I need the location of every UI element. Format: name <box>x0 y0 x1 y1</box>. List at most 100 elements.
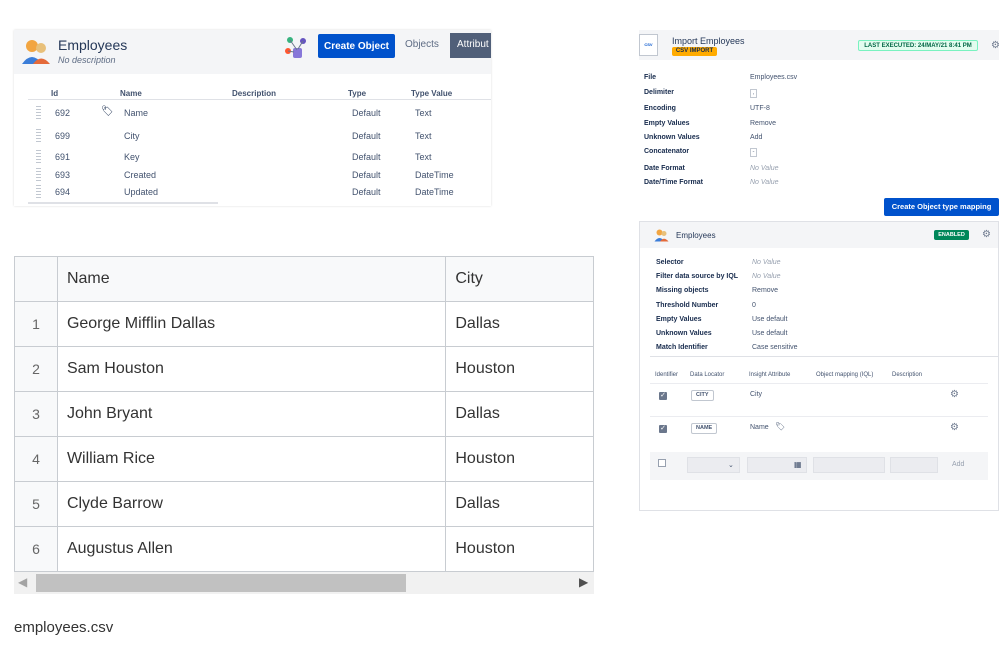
header-divider <box>28 99 491 100</box>
field-label: Delimiter <box>644 89 674 96</box>
attribute-type-value: DateTime <box>415 170 454 180</box>
column-header-description[interactable]: Description <box>232 89 276 98</box>
employees-avatar-icon <box>654 229 669 242</box>
cell-city: Houston <box>445 436 594 482</box>
csv-table: Name City 1 George Mifflin Dallas Dallas… <box>14 256 594 572</box>
field-value: No Value <box>750 165 779 172</box>
cell-name: William Rice <box>56 436 447 482</box>
drag-handle-icon[interactable] <box>36 150 41 164</box>
column-header-city: City <box>445 256 594 302</box>
object-mapping-input[interactable] <box>813 457 885 473</box>
row-number: 4 <box>14 436 58 482</box>
create-object-button[interactable]: Create Object <box>318 34 395 58</box>
field-label: File <box>644 74 657 81</box>
section-divider <box>650 356 998 357</box>
attribute-row[interactable]: 693 Created Default DateTime <box>14 167 491 185</box>
import-header: CSV Import Employees CSV IMPORT LAST EXE… <box>639 30 999 60</box>
field-value: Employees.csv <box>750 74 798 81</box>
scroll-left-icon[interactable]: ◀ <box>18 575 27 589</box>
data-locator-select[interactable]: ⌄ <box>687 457 740 473</box>
gear-icon[interactable]: ⚙ <box>982 229 991 240</box>
field-value: Add <box>750 134 763 141</box>
attribute-id: 699 <box>55 131 71 141</box>
import-title: Import Employees <box>672 36 745 46</box>
field-value: Use default <box>752 330 788 337</box>
drag-handle-icon[interactable] <box>36 106 41 120</box>
column-header-name: Name <box>56 256 447 302</box>
row-number-header <box>14 256 58 302</box>
attribute-type-value: DateTime <box>415 187 454 197</box>
attribute-type: Default <box>352 170 381 180</box>
description-input[interactable] <box>890 457 938 473</box>
column-header-type-value[interactable]: Type Value <box>411 89 452 98</box>
row-number: 2 <box>14 346 58 392</box>
attribute-mapping-row[interactable]: ✓ NAME Name 🏷︎ ⚙ <box>650 416 988 442</box>
graph-view-icon[interactable] <box>284 35 308 61</box>
attribute-name[interactable]: Key <box>124 152 140 162</box>
attribute-row[interactable]: 691 Key Default Text <box>14 149 491 167</box>
field-value: Case sensitive <box>752 344 798 351</box>
field-label: Concatenator <box>644 148 690 155</box>
attribute-row[interactable]: 699 City Default Text <box>14 128 491 146</box>
csv-header-row: Name City <box>14 256 594 302</box>
drag-handle-icon[interactable] <box>36 185 41 199</box>
table-row: 1 George Mifflin Dallas Dallas <box>14 301 594 347</box>
status-badge: ENABLED <box>934 230 969 240</box>
label-tag-icon: 🏷︎ <box>101 106 114 117</box>
label-tag-icon: 🏷︎ <box>775 422 786 431</box>
column-header-id[interactable]: Id <box>51 89 58 98</box>
gear-icon[interactable]: ⚙ <box>950 422 959 433</box>
field-value: Remove <box>750 120 777 127</box>
field-value: 0 <box>752 302 756 309</box>
field-value: No Value <box>750 179 779 186</box>
object-type-description: No description <box>58 55 116 65</box>
identifier-checkbox[interactable] <box>658 459 666 467</box>
attribute-mapping-row[interactable]: ✓ CITY City ⚙ <box>650 383 988 409</box>
column-header-name[interactable]: Name <box>120 89 142 98</box>
chevron-down-icon: ⌄ <box>728 462 734 469</box>
scrollbar-thumb[interactable] <box>36 574 406 592</box>
attribute-name[interactable]: Created <box>124 170 156 180</box>
insight-attribute: City <box>750 391 763 398</box>
drag-handle-icon[interactable] <box>36 168 41 182</box>
attribute-type-value: Text <box>415 131 432 141</box>
attribute-name[interactable]: Name <box>124 108 148 118</box>
identifier-checkbox[interactable]: ✓ <box>659 425 667 433</box>
csv-filename-caption: employees.csv <box>14 619 114 636</box>
table-row: 5 Clyde Barrow Dallas <box>14 481 594 527</box>
cell-city: Dallas <box>445 391 594 437</box>
drag-handle-icon[interactable] <box>36 129 41 143</box>
attribute-type-value: Text <box>415 152 432 162</box>
create-object-type-mapping-button[interactable]: Create Object type mapping <box>884 198 999 216</box>
identifier-checkbox[interactable]: ✓ <box>659 392 667 400</box>
gear-icon[interactable]: ⚙ <box>950 389 959 400</box>
insight-attribute-select[interactable]: ▦ <box>747 457 807 473</box>
table-scrollbar[interactable] <box>28 202 218 204</box>
mapping-header: Employees ENABLED ⚙ <box>640 222 998 248</box>
row-number: 3 <box>14 391 58 437</box>
gear-icon[interactable]: ⚙ <box>991 40 999 51</box>
column-header-insight-attribute: Insight Attribute <box>749 372 791 378</box>
csv-preview: Name City 1 George Mifflin Dallas Dallas… <box>14 256 594 594</box>
table-row: 4 William Rice Houston <box>14 436 594 482</box>
attribute-row[interactable]: 694 Updated Default DateTime <box>14 184 491 202</box>
scroll-right-icon[interactable]: ▶ <box>579 575 588 589</box>
tab-objects[interactable]: Objects <box>405 39 439 50</box>
table-row: 3 John Bryant Dallas <box>14 391 594 437</box>
tab-attributes[interactable]: Attribut <box>450 33 491 58</box>
field-label: Date Format <box>644 165 685 172</box>
attribute-type: Default <box>352 187 381 197</box>
field-label: Unknown Values <box>644 134 700 141</box>
row-number: 6 <box>14 526 58 572</box>
data-locator-lozenge: NAME <box>691 423 718 434</box>
attribute-row[interactable]: 692 🏷︎ Name Default Text <box>14 105 491 123</box>
object-type-mapping-panel: Employees ENABLED ⚙ Selector No Value Fi… <box>639 221 999 511</box>
row-number: 5 <box>14 481 58 527</box>
add-button[interactable]: Add <box>952 461 964 468</box>
attribute-name[interactable]: Updated <box>124 187 158 197</box>
attribute-id: 692 <box>55 108 71 118</box>
field-value: No Value <box>752 259 781 266</box>
column-header-type[interactable]: Type <box>348 89 366 98</box>
new-mapping-row: ⌄ ▦ Add <box>650 452 988 480</box>
attribute-name[interactable]: City <box>124 131 140 141</box>
